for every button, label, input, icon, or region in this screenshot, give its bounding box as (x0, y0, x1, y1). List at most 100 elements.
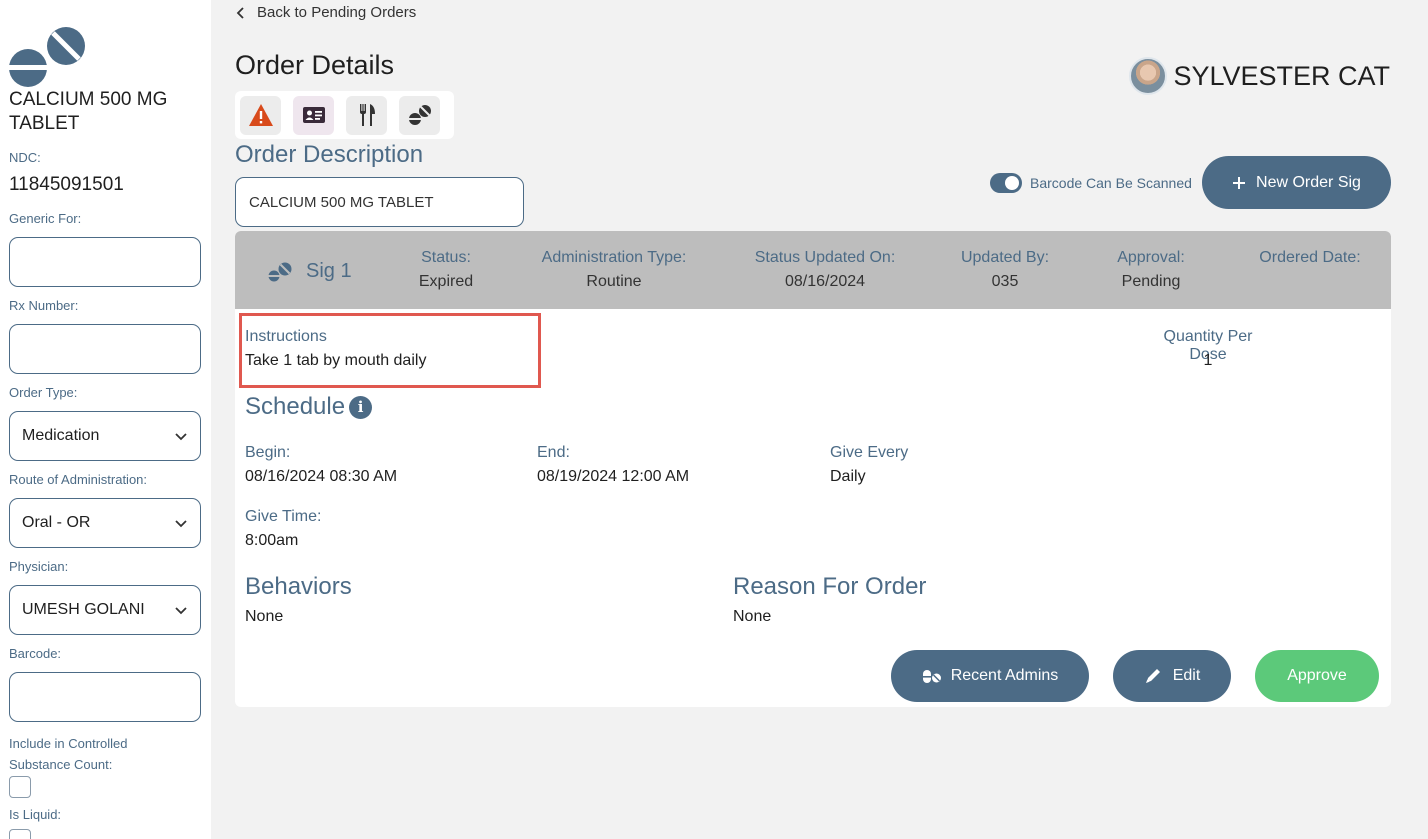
begin-label: Begin: (245, 444, 291, 461)
fork-knife-icon (359, 104, 375, 126)
ndc-value: 11845091501 (9, 174, 124, 195)
route-value: Oral - OR (22, 514, 91, 531)
patient-avatar (1129, 57, 1168, 95)
reason-for-order-heading: Reason For Order (733, 573, 927, 600)
admin-type-value: Routine (586, 273, 642, 290)
schedule-heading-label: Schedule (245, 393, 346, 420)
pills-icon (408, 105, 431, 125)
order-icon-bar (235, 91, 454, 139)
approval-label: Approval: (1117, 249, 1185, 266)
updated-by-label: Updated By: (960, 249, 1050, 266)
ordered-date-col: Ordered Date: (1245, 249, 1375, 273)
updated-by-value: 035 (991, 273, 1019, 290)
give-every-value: Daily (830, 468, 866, 485)
approval-col: Approval: Pending (1105, 249, 1197, 291)
sidebar: CALCIUM 500 MG TABLET NDC: 11845091501 G… (0, 0, 211, 839)
admin-type-col: Administration Type: Routine (535, 249, 693, 291)
warning-icon (248, 104, 273, 126)
pills-icon (922, 670, 941, 683)
chevron-down-icon (175, 433, 187, 441)
is-liquid-label: Is Liquid: (9, 807, 62, 822)
physician-select[interactable]: UMESH GOLANI (9, 585, 201, 635)
pencil-icon (1145, 669, 1160, 683)
reason-for-order-value: None (733, 608, 772, 625)
recent-admins-button[interactable]: Recent Admins (891, 650, 1089, 702)
recent-admins-label: Recent Admins (950, 667, 1059, 684)
give-time-label: Give Time: (245, 508, 322, 525)
approve-label: Approve (1287, 667, 1347, 684)
sig-title-label: Sig 1 (306, 260, 352, 282)
new-order-sig-button[interactable]: New Order Sig (1202, 156, 1391, 209)
warning-button[interactable] (240, 95, 281, 135)
pills-icon (268, 262, 292, 281)
plus-icon (1233, 176, 1246, 189)
instructions-highlight (239, 313, 541, 388)
instructions-label: Instructions (245, 328, 327, 345)
quantity-per-dose-value: 1 (1203, 352, 1213, 369)
end-label: End: (537, 444, 570, 461)
status-updated-label: Status Updated On: (754, 249, 896, 266)
patient-header: SYLVESTER CAT (1129, 57, 1390, 95)
drug-name: CALCIUM 500 MG TABLET (9, 89, 168, 134)
info-icon[interactable]: i (349, 396, 373, 420)
controlled-substance-label: Include in Controlled Substance Count: (9, 736, 128, 772)
generic-for-label: Generic For: (9, 211, 82, 226)
order-type-value: Medication (22, 427, 100, 444)
controlled-substance-checkbox[interactable] (9, 776, 31, 798)
give-every-label: Give Every (830, 444, 909, 461)
pills-logo-icon (9, 27, 85, 87)
order-type-label: Order Type: (9, 385, 78, 400)
ndc-label: NDC: (9, 150, 41, 165)
admin-type-label: Administration Type: (541, 249, 687, 266)
end-value: 08/19/2024 12:00 AM (537, 468, 690, 485)
physician-label: Physician: (9, 559, 69, 574)
give-time-value: 8:00am (245, 532, 299, 549)
edit-label: Edit (1172, 667, 1201, 684)
order-type-select[interactable]: Medication (9, 411, 201, 461)
barcode-scan-toggle[interactable] (990, 173, 1022, 193)
route-select[interactable]: Oral - OR (9, 498, 201, 548)
barcode-scan-label: Barcode Can Be Scanned (1030, 175, 1192, 191)
sig-card-header: Sig 1 Status: Expired Administration Typ… (235, 231, 1391, 309)
behaviors-heading: Behaviors (245, 573, 352, 600)
page-title: Order Details (235, 50, 395, 80)
physician-value: UMESH GOLANI (22, 601, 145, 618)
diet-button[interactable] (346, 95, 387, 135)
edit-button[interactable]: Edit (1113, 650, 1231, 702)
id-card-icon (302, 107, 325, 123)
chevron-down-icon (175, 520, 187, 528)
new-order-sig-label: New Order Sig (1256, 173, 1361, 191)
rx-number-input[interactable] (9, 324, 201, 374)
sig-card: Sig 1 Status: Expired Administration Typ… (235, 231, 1391, 707)
order-description-input[interactable]: CALCIUM 500 MG TABLET (235, 177, 524, 227)
begin-value: 08/16/2024 08:30 AM (245, 468, 398, 485)
status-label: Status: (421, 249, 471, 266)
chevron-left-icon (236, 6, 244, 19)
schedule-heading: Schedule i (245, 393, 373, 421)
order-description-label: Order Description (235, 141, 424, 168)
approval-value: Pending (1121, 273, 1181, 290)
sig-title: Sig 1 (268, 260, 352, 283)
chevron-down-icon (175, 607, 187, 615)
generic-for-input[interactable] (9, 237, 201, 287)
updated-by-col: Updated By: 035 (950, 249, 1060, 291)
patient-name: SYLVESTER CAT (1173, 60, 1390, 91)
barcode-scan-toggle-wrap: Barcode Can Be Scanned (990, 173, 1192, 193)
medications-button[interactable] (399, 95, 440, 135)
instructions-value: Take 1 tab by mouth daily (245, 352, 427, 369)
status-updated-col: Status Updated On: 08/16/2024 (740, 249, 910, 291)
id-card-button[interactable] (293, 95, 334, 135)
ordered-date-label: Ordered Date: (1259, 249, 1361, 266)
status-col: Status: Expired (407, 249, 485, 291)
back-link-label: Back to Pending Orders (257, 4, 417, 21)
route-label: Route of Administration: (9, 472, 148, 487)
back-to-pending-orders-link[interactable]: Back to Pending Orders (235, 4, 416, 21)
status-updated-value: 08/16/2024 (784, 273, 866, 290)
approve-button[interactable]: Approve (1255, 650, 1379, 702)
status-value: Expired (418, 273, 474, 290)
rx-number-label: Rx Number: (9, 298, 79, 313)
behaviors-value: None (245, 608, 284, 625)
barcode-label: Barcode: (9, 646, 62, 661)
is-liquid-checkbox[interactable] (9, 829, 31, 839)
barcode-input[interactable] (9, 672, 201, 722)
